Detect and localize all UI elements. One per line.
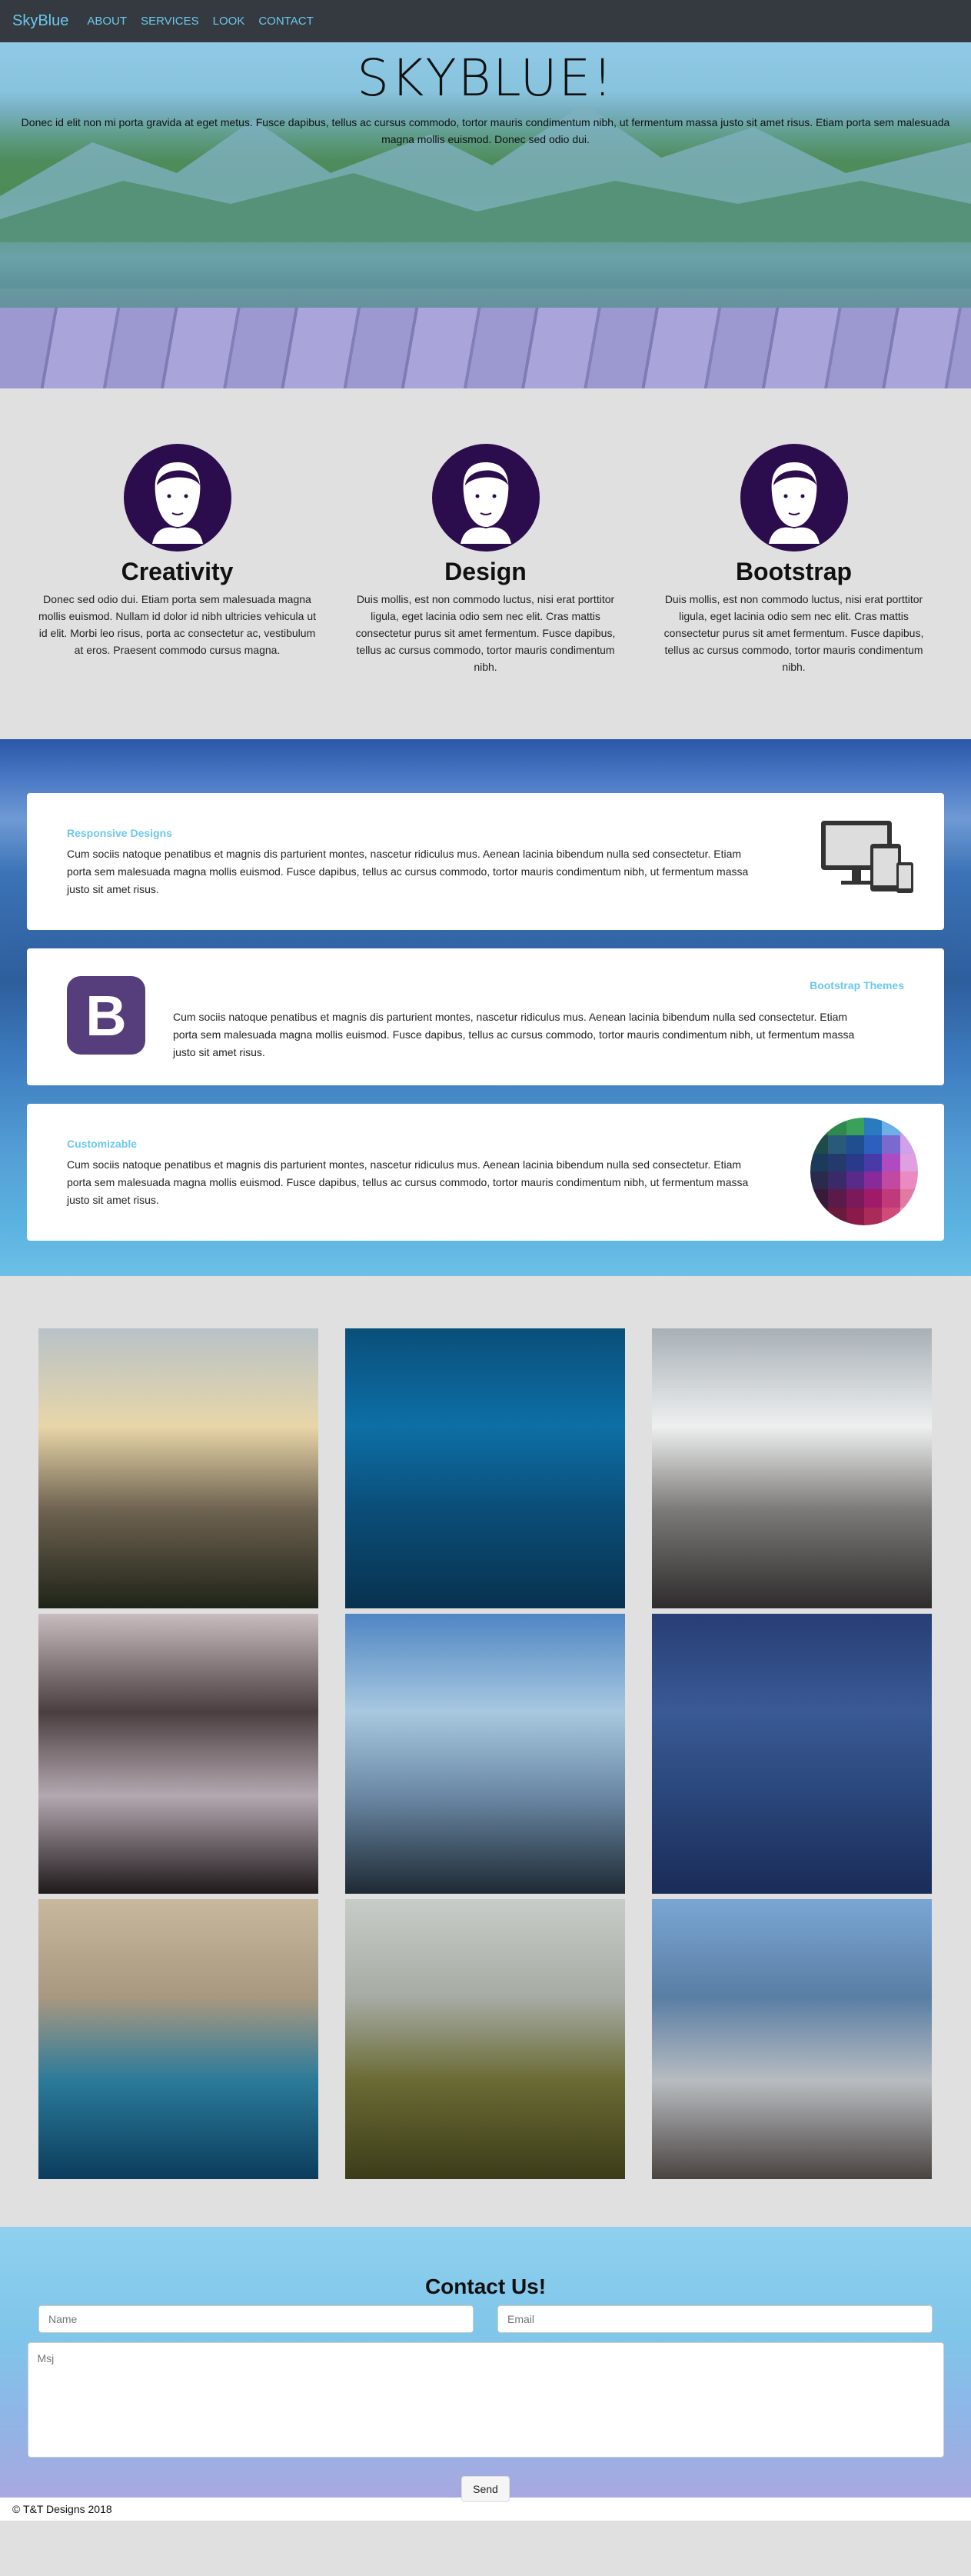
feature-text: Duis mollis, est non commodo luctus, nis… [663, 593, 924, 673]
card-responsive-designs: Responsive Designs Cum sociis natoque pe… [27, 793, 944, 930]
avatar-icon [431, 444, 540, 552]
wooden-deck [0, 308, 971, 388]
face-icon [460, 462, 511, 544]
ocean-rocks-photo[interactable] [345, 1614, 625, 1894]
nav-link-contact[interactable]: CONTACT [258, 15, 313, 28]
feature-creativity: Creativity Donec sed odio dui. Etiam por… [35, 444, 320, 739]
card-text: Cum sociis natoque penatibus et magnis d… [67, 848, 749, 895]
footer-copyright: © T&T Designs 2018 [12, 2503, 112, 2515]
forest-lake-photo[interactable] [38, 1614, 318, 1894]
avatar-icon [123, 444, 231, 552]
feature-title: Creativity [121, 558, 234, 585]
email-input[interactable] [497, 2305, 933, 2333]
contact-input-row [0, 2305, 971, 2333]
lake-pier-photo[interactable] [652, 1899, 932, 2179]
face-icon [151, 462, 203, 544]
nav-link-look[interactable]: LOOK [213, 15, 245, 28]
send-button[interactable]: Send [461, 2476, 510, 2502]
card-bootstrap-themes: B Bootstrap Themes Cum sociis natoque pe… [27, 948, 944, 1085]
feature-text: Duis mollis, est non commodo luctus, nis… [355, 593, 616, 673]
underwater-photo[interactable] [345, 1328, 625, 1608]
devices-icon [821, 821, 913, 893]
nav-link-services[interactable]: SERVICES [141, 15, 199, 28]
bootstrap-logo-icon: B [67, 976, 145, 1055]
face-icon [768, 462, 820, 544]
card-text: Cum sociis natoque penatibus et magnis d… [173, 1011, 855, 1058]
card-customizable: Customizable Cum sociis natoque penatibu… [27, 1104, 944, 1241]
card-title: Responsive Designs [67, 827, 172, 839]
hero-section: SKYBLUE! Donec id elit non mi porta grav… [0, 42, 971, 388]
nav-link-about[interactable]: ABOUT [87, 15, 127, 28]
foggy-field-photo[interactable] [345, 1899, 625, 2179]
card-text: Cum sociis natoque penatibus et magnis d… [67, 1158, 749, 1206]
feature-bootstrap: Bootstrap Duis mollis, est non commodo l… [652, 444, 936, 739]
nav-links: ABOUT SERVICES LOOK CONTACT [87, 15, 313, 28]
services-section: Responsive Designs Cum sociis natoque pe… [0, 739, 971, 1276]
coastline-aerial-photo[interactable] [38, 1899, 318, 2179]
city-sun-photo[interactable] [652, 1328, 932, 1608]
avatar-icon [740, 444, 848, 552]
feature-title: Bootstrap [735, 558, 853, 585]
contact-title: Contact Us! [424, 2274, 547, 2298]
hero-content: SKYBLUE! Donec id elit non mi porta grav… [0, 42, 971, 148]
hero-text: Donec id elit non mi porta gravida at eg… [21, 116, 950, 145]
feature-title: Design [444, 558, 527, 585]
ocean-waves-photo[interactable] [652, 1614, 932, 1894]
brand-link[interactable]: SkyBlue [12, 12, 68, 30]
sunset-valley-photo[interactable] [38, 1328, 318, 1608]
feature-text: Donec sed odio dui. Etiam porta sem male… [38, 593, 317, 656]
name-input[interactable] [38, 2305, 474, 2333]
card-title: Bootstrap Themes [810, 979, 904, 991]
navbar: SkyBlue ABOUT SERVICES LOOK CONTACT [0, 0, 971, 42]
feature-design: Design Duis mollis, est non commodo luct… [344, 444, 628, 739]
message-textarea[interactable] [27, 2342, 944, 2458]
card-title: Customizable [67, 1138, 138, 1150]
hero-title: SKYBLUE! [357, 48, 614, 108]
color-palette-icon [810, 1118, 918, 1225]
contact-section: Contact Us! Send [0, 2227, 971, 2502]
photo-gallery [0, 1276, 971, 2227]
features-section: Creativity Donec sed odio dui. Etiam por… [0, 388, 971, 739]
